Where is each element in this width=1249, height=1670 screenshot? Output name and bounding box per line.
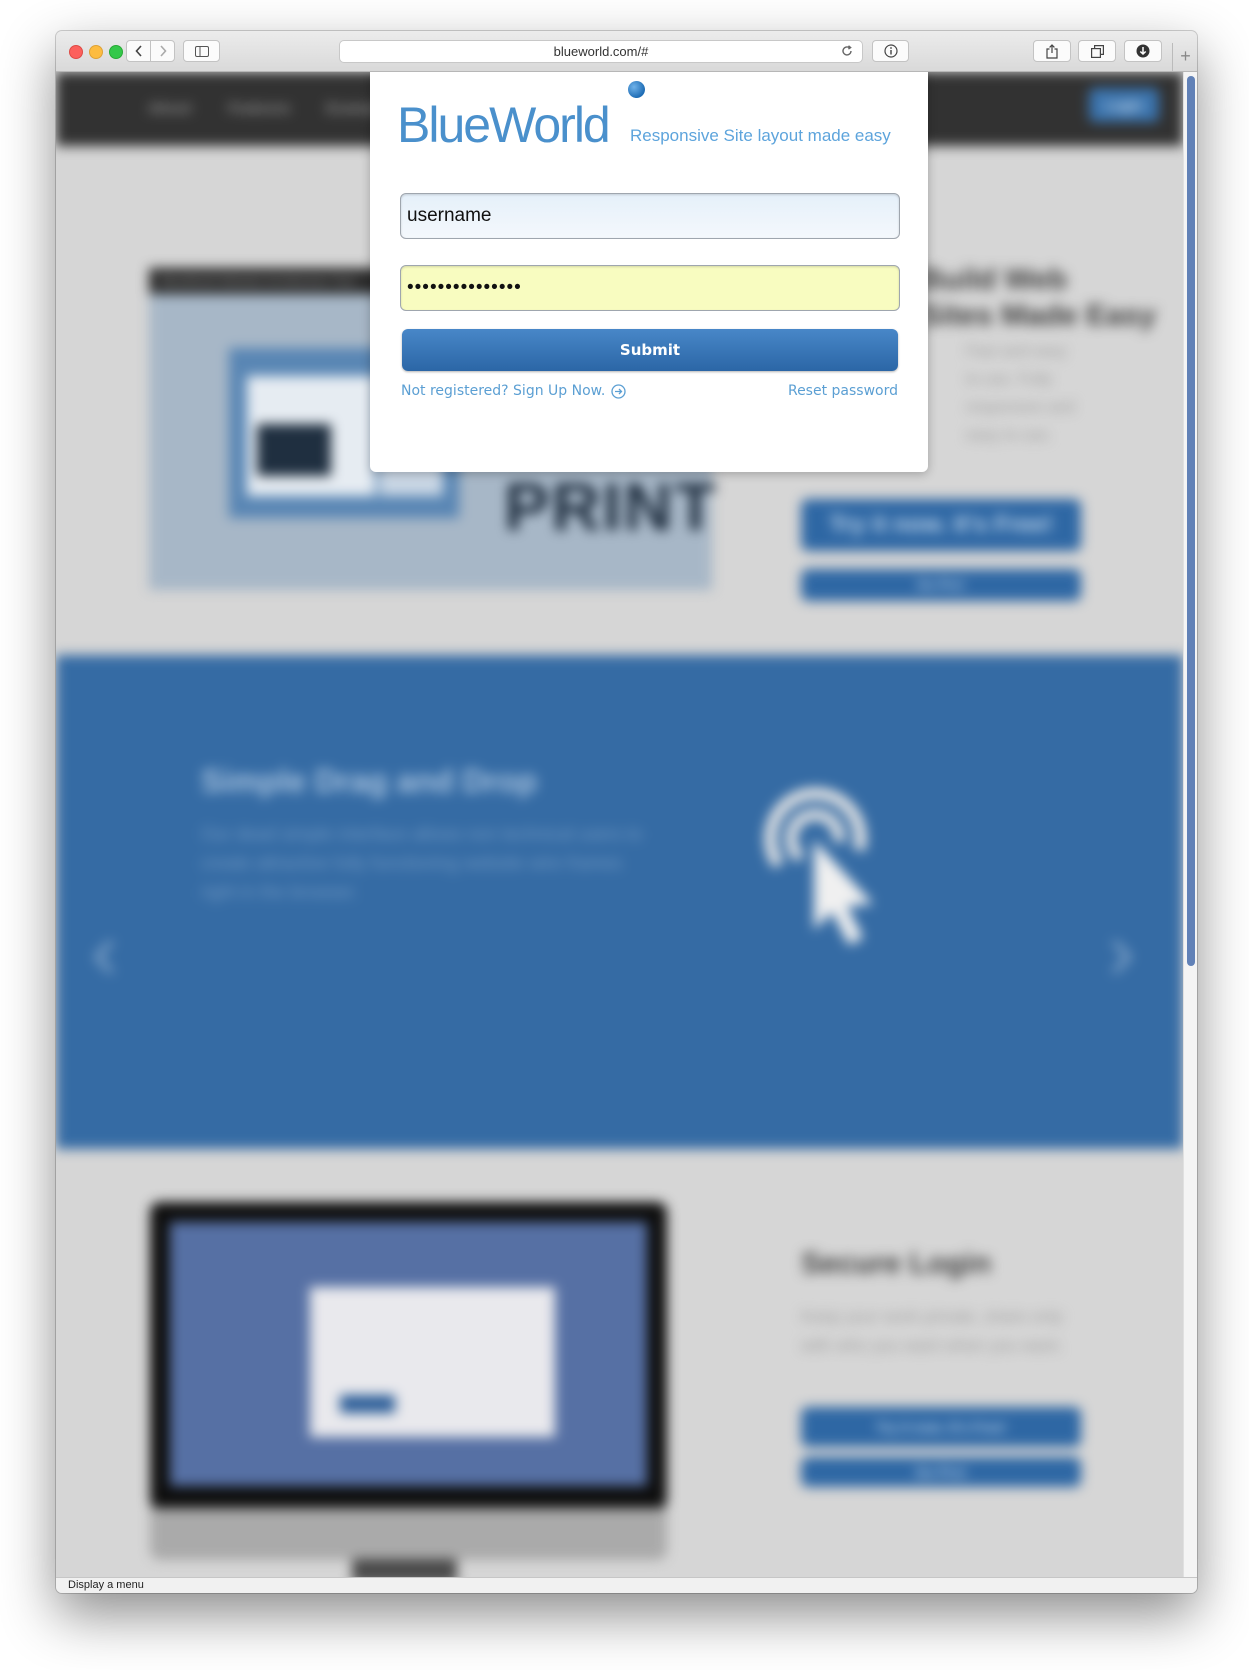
feature-text: Our dead simple interface allows non tec… bbox=[201, 824, 643, 902]
signup-link-text: Not registered? Sign Up Now. bbox=[401, 383, 606, 399]
zoom-window-button[interactable] bbox=[109, 45, 123, 59]
logo-dot-icon bbox=[628, 81, 645, 98]
tabs-icon bbox=[1090, 44, 1104, 58]
minimize-window-button[interactable] bbox=[89, 45, 103, 59]
download-icon bbox=[1136, 44, 1150, 58]
monitor-screen bbox=[170, 1222, 647, 1486]
secure-try-free-button[interactable]: Try it now. It's Free! bbox=[801, 1407, 1081, 1447]
carousel-next-arrow[interactable]: › bbox=[1108, 905, 1135, 997]
browser-window: blueworld.com/# + About Features Example… bbox=[56, 31, 1197, 1593]
vertical-scrollbar[interactable] bbox=[1183, 72, 1197, 1577]
feature-title: Simple Drag and Drop bbox=[201, 763, 538, 799]
share-icon bbox=[1046, 43, 1058, 59]
logo-tagline: Responsive Site layout made easy bbox=[630, 126, 891, 145]
secure-go-pro-button[interactable]: Go Pro! bbox=[801, 1457, 1081, 1487]
site-info-button[interactable] bbox=[872, 40, 909, 62]
show-tabs-button[interactable] bbox=[1078, 40, 1116, 62]
back-button[interactable] bbox=[126, 40, 151, 62]
secure-login-text: Keep your work private, share only with … bbox=[801, 1307, 1063, 1355]
hero-text: Fast and easy to use. Fully responsive a… bbox=[966, 343, 1075, 444]
info-icon bbox=[883, 44, 898, 58]
nav-link-about[interactable]: About bbox=[148, 100, 191, 117]
forward-button[interactable] bbox=[150, 40, 175, 62]
arrow-circle-right-icon bbox=[611, 383, 626, 399]
touch-pointer-icon bbox=[764, 787, 873, 945]
scrollbar-thumb[interactable] bbox=[1187, 76, 1195, 966]
address-bar[interactable]: blueworld.com/# bbox=[339, 40, 863, 63]
reset-password-link[interactable]: Reset password bbox=[788, 383, 898, 399]
secure-login-title: Secure Login bbox=[801, 1247, 992, 1280]
hero-heading-line2: Sites Made Easy bbox=[921, 299, 1157, 332]
sidebar-toggle-button[interactable] bbox=[183, 40, 220, 62]
qr-code-image bbox=[257, 424, 331, 476]
reload-icon[interactable] bbox=[840, 44, 854, 58]
hero-try-free-button[interactable]: Try it now. It's Free! bbox=[801, 499, 1081, 551]
monitor-stand bbox=[352, 1559, 457, 1577]
monitor-image bbox=[150, 1202, 667, 1510]
sidebar-icon bbox=[194, 45, 209, 57]
close-window-button[interactable] bbox=[69, 45, 83, 59]
chevron-left-icon bbox=[134, 45, 142, 57]
hero-heading-line1: Build Web bbox=[921, 263, 1068, 296]
monitor-chin bbox=[150, 1508, 667, 1560]
nav-login-button[interactable]: Login bbox=[1089, 88, 1159, 122]
new-tab-button[interactable]: + bbox=[1172, 43, 1197, 71]
page-viewport: About Features Examples Login BlueWorld … bbox=[56, 72, 1183, 1577]
submit-button[interactable]: Submit bbox=[402, 329, 898, 371]
chevron-right-icon bbox=[159, 45, 167, 57]
signup-link[interactable]: Not registered? Sign Up Now. bbox=[401, 383, 626, 399]
print-label: PRINT bbox=[504, 469, 718, 545]
nav-link-features[interactable]: Features bbox=[228, 100, 291, 117]
username-input[interactable] bbox=[400, 193, 900, 239]
status-bar: Display a menu bbox=[56, 1577, 1197, 1593]
browser-toolbar: blueworld.com/# + bbox=[56, 31, 1197, 72]
feature-carousel: Simple Drag and Drop Our dead simple int… bbox=[56, 655, 1183, 1149]
downloads-button[interactable] bbox=[1124, 40, 1162, 62]
login-modal: BlueWorld Responsive Site layout made ea… bbox=[370, 72, 928, 472]
password-input[interactable] bbox=[400, 265, 900, 311]
monitor-login-dialog bbox=[310, 1287, 555, 1437]
url-text: blueworld.com/# bbox=[553, 44, 649, 59]
share-button[interactable] bbox=[1033, 40, 1071, 62]
blueworld-logo: BlueWorld bbox=[397, 97, 611, 153]
hero-go-pro-button[interactable]: Go Pro! bbox=[801, 569, 1081, 601]
hero-heading: Build Web Sites Made Easy bbox=[921, 262, 1156, 334]
carousel-prev-arrow[interactable]: ‹ bbox=[91, 905, 118, 997]
monitor-dialog-button bbox=[340, 1395, 395, 1413]
